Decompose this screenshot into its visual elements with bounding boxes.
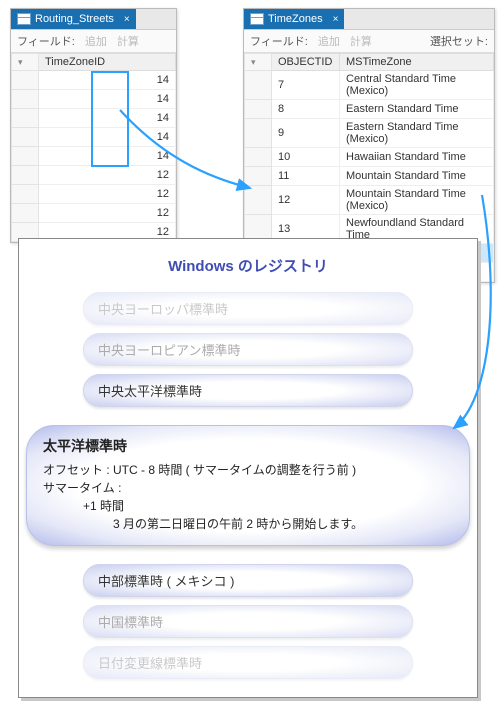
table-row[interactable]: 12 (12, 204, 176, 223)
table-row[interactable]: 12 (12, 185, 176, 204)
hero-dst-offset: +1 時間 (43, 497, 453, 515)
cell-mstimezone[interactable]: Hawaiian Standard Time (340, 148, 494, 167)
cell-objectid[interactable]: 7 (272, 71, 340, 100)
field-label: フィールド: (250, 33, 308, 49)
timezones-col-mstimezone[interactable]: MSTimeZone (340, 54, 494, 71)
cell-timezoneid[interactable]: 14 (39, 128, 176, 147)
row-header[interactable] (245, 186, 272, 215)
row-header[interactable] (12, 204, 39, 223)
row-header[interactable] (245, 167, 272, 186)
timezones-col-objectid[interactable]: OBJECTID (272, 54, 340, 71)
table-row[interactable]: 9Eastern Standard Time (Mexico) (245, 119, 494, 148)
hero-dst-label: サマータイム : (43, 479, 453, 497)
cell-mstimezone[interactable]: Eastern Standard Time (340, 100, 494, 119)
cell-objectid[interactable]: 11 (272, 167, 340, 186)
registry-title: Windows のレジストリ (29, 255, 467, 276)
registry-item: 中国標準時 (83, 605, 413, 638)
cell-timezoneid[interactable]: 14 (39, 90, 176, 109)
table-row[interactable]: 14 (12, 109, 176, 128)
table-row[interactable]: 7Central Standard Time (Mexico) (245, 71, 494, 100)
cell-mstimezone[interactable]: Mountain Standard Time (340, 167, 494, 186)
table-row[interactable]: 8Eastern Standard Time (245, 100, 494, 119)
cell-timezoneid[interactable]: 14 (39, 71, 176, 90)
routing-tab[interactable]: Routing_Streets × (11, 9, 136, 29)
row-header[interactable] (245, 119, 272, 148)
chevron-down-icon: ▾ (251, 57, 258, 67)
field-label: フィールド: (17, 33, 75, 49)
hero-title: 太平洋標準時 (43, 436, 453, 457)
row-header[interactable] (245, 71, 272, 100)
cell-mstimezone[interactable]: Eastern Standard Time (Mexico) (340, 119, 494, 148)
registry-hero-pacific: 太平洋標準時 オフセット : UTC - 8 時間 ( サマータイムの調整を行う… (26, 425, 470, 546)
registry-item: 日付変更線標準時 (83, 646, 413, 679)
row-header[interactable] (12, 109, 39, 128)
row-header[interactable] (245, 100, 272, 119)
cell-timezoneid[interactable]: 12 (39, 204, 176, 223)
table-row[interactable]: 10Hawaiian Standard Time (245, 148, 494, 167)
routing-tab-label: Routing_Streets (35, 13, 114, 25)
timezones-toolbar: フィールド: 追加 計算 選択セット: (244, 30, 494, 53)
row-header[interactable] (12, 166, 39, 185)
table-row[interactable]: 14 (12, 147, 176, 166)
close-icon[interactable]: × (124, 14, 130, 25)
tab-bar: TimeZones × (244, 9, 494, 30)
cell-mstimezone[interactable]: Mountain Standard Time (Mexico) (340, 186, 494, 215)
close-icon[interactable]: × (333, 14, 339, 25)
timezones-tab[interactable]: TimeZones × (244, 9, 344, 29)
cell-objectid[interactable]: 9 (272, 119, 340, 148)
table-icon (250, 13, 264, 25)
cell-objectid[interactable]: 8 (272, 100, 340, 119)
row-header[interactable] (12, 128, 39, 147)
table-row[interactable]: 11Mountain Standard Time (245, 167, 494, 186)
routing-grid: ▾ TimeZoneID 141414141412121212 (11, 53, 176, 242)
cell-mstimezone[interactable]: Central Standard Time (Mexico) (340, 71, 494, 100)
row-header[interactable] (12, 90, 39, 109)
cell-timezoneid[interactable]: 12 (39, 166, 176, 185)
cell-objectid[interactable]: 12 (272, 186, 340, 215)
row-header[interactable] (245, 148, 272, 167)
cell-timezoneid[interactable]: 14 (39, 109, 176, 128)
registry-item: 中央ヨーロッパ標準時 (83, 292, 413, 325)
registry-item: 中央ヨーロピアン標準時 (83, 333, 413, 366)
calc-button[interactable]: 計算 (117, 33, 139, 49)
timezones-tab-label: TimeZones (268, 13, 323, 25)
tab-bar: Routing_Streets × (11, 9, 176, 30)
routing-toolbar: フィールド: 追加 計算 (11, 30, 176, 53)
registry-item: 中部標準時 ( メキシコ ) (83, 564, 413, 597)
table-icon (17, 13, 31, 25)
add-button[interactable]: 追加 (318, 33, 340, 49)
table-row[interactable]: 14 (12, 71, 176, 90)
table-row[interactable]: 12Mountain Standard Time (Mexico) (245, 186, 494, 215)
table-row[interactable]: 12 (12, 166, 176, 185)
add-button[interactable]: 追加 (85, 33, 107, 49)
chevron-down-icon: ▾ (18, 57, 25, 67)
registry-list: 中央ヨーロッパ標準時 中央ヨーロピアン標準時 中央太平洋標準時 太平洋標準時 オ… (29, 292, 467, 679)
registry-item: 中央太平洋標準時 (83, 374, 413, 407)
row-header[interactable] (12, 185, 39, 204)
routing-streets-table: Routing_Streets × フィールド: 追加 計算 ▾ TimeZon… (10, 8, 177, 243)
row-header[interactable] (12, 147, 39, 166)
hero-offset: オフセット : UTC - 8 時間 ( サマータイムの調整を行う前 ) (43, 461, 453, 479)
calc-button[interactable]: 計算 (350, 33, 372, 49)
table-row[interactable]: 14 (12, 128, 176, 147)
cell-timezoneid[interactable]: 14 (39, 147, 176, 166)
routing-col-timezoneid[interactable]: TimeZoneID (39, 54, 176, 71)
cell-timezoneid[interactable]: 12 (39, 185, 176, 204)
row-header[interactable] (12, 71, 39, 90)
row-header-blank: ▾ (245, 54, 272, 71)
hero-dst-rule: 3 月の第二日曜日の午前 2 時から開始します。 (43, 515, 453, 533)
row-header-blank: ▾ (12, 54, 39, 71)
select-set-label: 選択セット: (430, 33, 488, 49)
windows-registry-panel: Windows のレジストリ 中央ヨーロッパ標準時 中央ヨーロピアン標準時 中央… (18, 238, 478, 698)
cell-objectid[interactable]: 10 (272, 148, 340, 167)
table-row[interactable]: 14 (12, 90, 176, 109)
